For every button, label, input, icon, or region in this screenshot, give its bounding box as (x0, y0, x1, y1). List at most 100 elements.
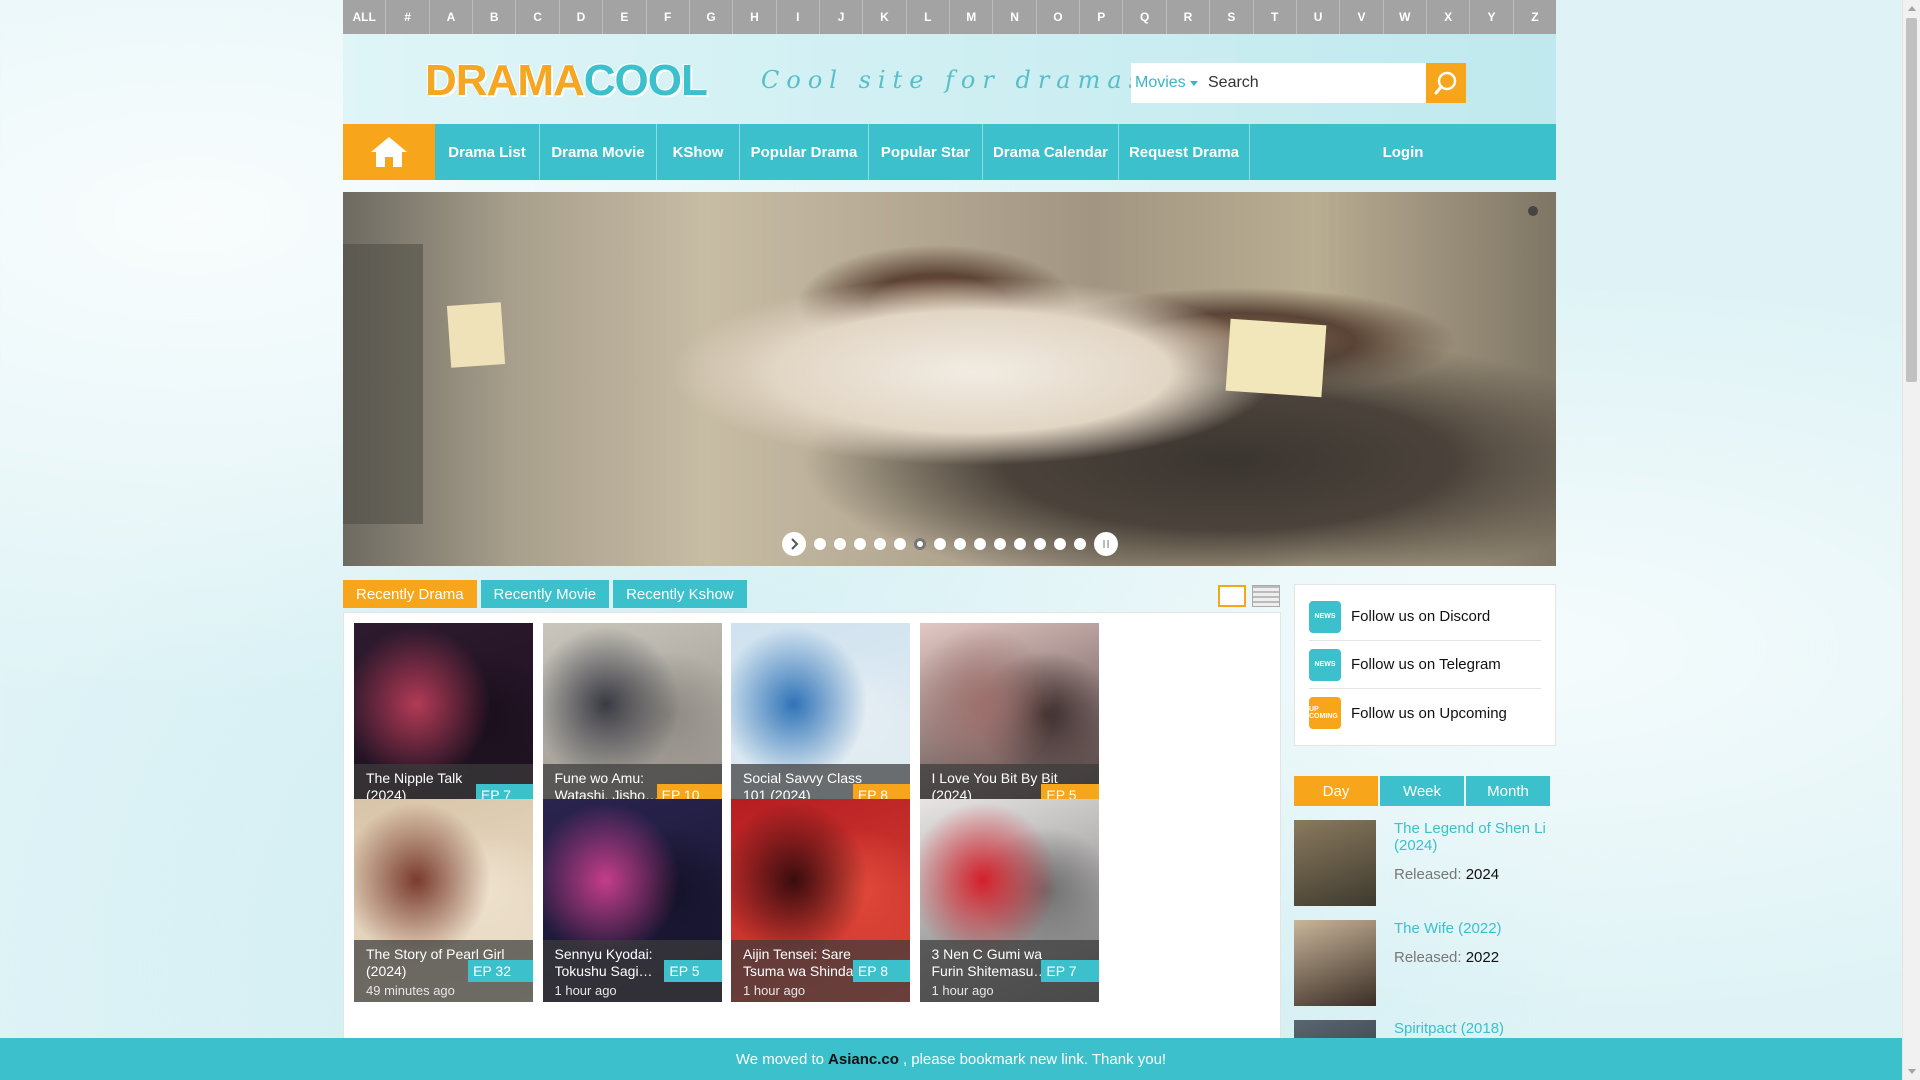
alphabet-link[interactable]: A (430, 0, 474, 34)
alphabet-link[interactable]: P (1080, 0, 1124, 34)
popular-item[interactable]: The Legend of Shen Li (2024) Released: 20… (1294, 820, 1556, 906)
slider-dot[interactable] (1013, 538, 1026, 550)
slider-dot[interactable] (993, 538, 1006, 550)
alphabet-link[interactable]: R (1167, 0, 1211, 34)
list-view-icon[interactable] (1252, 585, 1280, 607)
follow-box: NEWS Follow us on Discord NEWS Follow us on… (1294, 584, 1556, 746)
alphabet-link[interactable]: ALL (343, 0, 387, 34)
notice-text: We moved to (735, 1050, 825, 1068)
featured-slider[interactable] (343, 192, 1556, 566)
tab-day[interactable]: Day (1294, 776, 1378, 806)
slider-dot[interactable] (933, 538, 946, 550)
alphabet-link[interactable]: H (733, 0, 777, 34)
tab-month[interactable]: Month (1466, 776, 1550, 806)
slider-dot[interactable] (853, 538, 866, 550)
follow-item[interactable]: NEWS Follow us on Discord (1309, 593, 1541, 641)
popular-title[interactable]: The Wife (2022) (1394, 920, 1502, 937)
alphabet-link[interactable]: Q (1123, 0, 1167, 34)
drama-card[interactable]: Fune wo Amu: Watashi, Jisho…31 minutes a… (542, 623, 722, 826)
alphabet-link[interactable]: E (603, 0, 647, 34)
drama-card[interactable]: Aijin Tensei: Sare Tsuma wa Shinda… 1 hou… (731, 799, 910, 1002)
alphabet-link[interactable]: J (820, 0, 864, 34)
alphabet-link[interactable]: B (473, 0, 517, 34)
slider-dot[interactable] (913, 538, 926, 550)
site-tagline: Cool site for dramas (761, 66, 1148, 94)
slider-pause-button[interactable] (1093, 532, 1118, 556)
search-button[interactable] (1426, 63, 1466, 103)
tab-recently-movie[interactable]: Recently Movie (480, 580, 610, 608)
search-input[interactable] (1208, 63, 1426, 103)
tab-week[interactable]: Week (1380, 776, 1464, 806)
grid-view-icon[interactable] (1218, 585, 1246, 607)
popular-title[interactable]: Spiritpact (2018) (1394, 1020, 1504, 1037)
released-value: 2022 (1465, 949, 1500, 966)
alphabet-link[interactable]: K (863, 0, 907, 34)
drama-card[interactable]: The Story of Pearl Girl (2024) 49 minutes… (354, 799, 533, 1002)
episode-badge: EP 5 (664, 960, 722, 982)
slider-dot[interactable] (1033, 538, 1046, 550)
slider-next-button[interactable] (781, 532, 806, 556)
nav-item[interactable]: Popular Star (869, 124, 983, 180)
scroll-down-arrow-icon[interactable] (1908, 1069, 1916, 1074)
drama-card[interactable]: Sennyu Kyodai: Tokushu Sagi… 1 hour ago EP… (542, 799, 722, 1002)
alphabet-link[interactable]: W (1384, 0, 1427, 34)
alphabet-link[interactable]: I (777, 0, 820, 34)
alphabet-link[interactable]: S (1210, 0, 1254, 34)
follow-item[interactable]: NEWS Follow us on Telegram (1309, 641, 1541, 689)
scroll-thumb[interactable] (1906, 18, 1917, 382)
tab-recently-drama[interactable]: Recently Drama (343, 580, 477, 608)
popular-title[interactable]: The Legend of Shen Li (2024) (1394, 820, 1556, 854)
drama-card[interactable]: I Love You Bit By Bit (2024)45 minutes a… (919, 623, 1099, 826)
drama-card[interactable]: 3 Nen C Gumi wa Furin Shitemasu… 1 hour a… (919, 799, 1099, 1002)
search-bar: Movies (1131, 63, 1466, 103)
alphabet-link[interactable]: # (386, 0, 430, 34)
alphabet-link[interactable]: U (1297, 0, 1341, 34)
site-logo[interactable]: DRAMACOOL (425, 56, 708, 106)
follow-item[interactable]: UP COMING Follow us on Upcoming (1309, 689, 1541, 737)
alphabet-link[interactable]: T (1254, 0, 1297, 34)
nav-item[interactable]: Popular Drama (740, 124, 869, 180)
slider-dot[interactable] (893, 538, 906, 550)
nav-item[interactable]: Request Drama (1119, 124, 1250, 180)
alphabet-link[interactable]: X (1427, 0, 1471, 34)
card-time: 1 hour ago (743, 983, 806, 998)
slider-dot[interactable] (1053, 538, 1066, 550)
scroll-up-arrow-icon[interactable] (1908, 6, 1916, 11)
tab-recently-kshow[interactable]: Recently Kshow (613, 580, 747, 608)
alphabet-link[interactable]: D (560, 0, 604, 34)
drama-card[interactable]: Social Savvy Class 101 (2024)35 minutes … (731, 623, 910, 826)
nav-item[interactable]: KShow (657, 124, 740, 180)
nav-item[interactable]: Drama Calendar (983, 124, 1119, 180)
drama-card[interactable]: The Nipple Talk (2024)27 minutes agoEP 7 (354, 623, 533, 826)
slider-dot[interactable] (1073, 538, 1086, 550)
home-button[interactable] (343, 124, 435, 180)
notice-link[interactable]: Asianc.co (828, 1051, 899, 1068)
alphabet-link[interactable]: F (647, 0, 690, 34)
alphabet-link[interactable]: Y (1470, 0, 1514, 34)
alphabet-link[interactable]: L (907, 0, 951, 34)
alphabet-link[interactable]: O (1037, 0, 1081, 34)
alphabet-link[interactable]: M (950, 0, 994, 34)
alphabet-link[interactable]: V (1340, 0, 1384, 34)
news-icon: NEWS (1309, 648, 1341, 681)
episode-badge: EP 32 (468, 960, 533, 982)
page-scrollbar[interactable] (1902, 0, 1920, 1080)
slider-dot[interactable] (813, 538, 826, 550)
popular-item[interactable]: The Wife (2022) Released: 2022 (1294, 920, 1556, 1006)
alphabet-link[interactable]: Z (1514, 0, 1556, 34)
card-time: 1 hour ago (931, 983, 994, 998)
nav-item[interactable]: Drama Movie (540, 124, 657, 180)
slider-dot[interactable] (873, 538, 886, 550)
popular-thumb[interactable] (1294, 920, 1376, 1006)
slider-dot[interactable] (973, 538, 986, 550)
search-type-dropdown[interactable]: Movies (1131, 63, 1208, 103)
nav-item[interactable]: Login (1250, 124, 1556, 180)
slider-dot[interactable] (833, 538, 846, 550)
alphabet-link[interactable]: C (516, 0, 560, 34)
alphabet-link[interactable]: G (690, 0, 734, 34)
alphabet-link[interactable]: N (993, 0, 1037, 34)
slider-dot[interactable] (953, 538, 966, 550)
pause-icon (1102, 540, 1109, 548)
nav-item[interactable]: Drama List (435, 124, 540, 180)
popular-thumb[interactable] (1294, 820, 1376, 906)
